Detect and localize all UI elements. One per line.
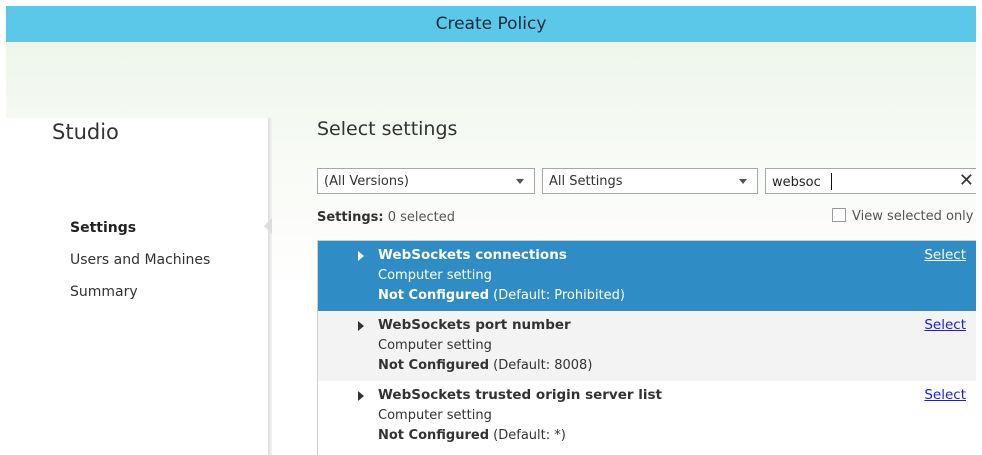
version-dropdown-value: (All Versions): [324, 174, 409, 189]
view-selected-only-label: View selected only: [852, 209, 974, 224]
setting-kind: Computer setting: [378, 408, 492, 423]
active-step-indicator: [264, 218, 272, 234]
setting-default: (Default: Prohibited): [493, 288, 625, 303]
sidebar-item-settings[interactable]: Settings: [70, 220, 136, 236]
setting-state: Not Configured (Default: 8008): [378, 358, 592, 373]
sidebar-item-summary[interactable]: Summary: [70, 284, 138, 300]
setting-state-value: Not Configured: [378, 358, 490, 373]
setting-kind: Computer setting: [378, 268, 492, 283]
setting-default: (Default: 8008): [493, 358, 593, 373]
close-icon[interactable]: ✕: [959, 171, 974, 191]
chevron-down-icon: [516, 179, 524, 184]
expand-arrow-icon[interactable]: [358, 391, 364, 401]
search-box: ✕: [765, 168, 976, 195]
setting-default: (Default: *): [493, 428, 566, 443]
list-item[interactable]: WebSockets trusted origin server list Co…: [318, 381, 976, 451]
select-setting-link[interactable]: Select: [924, 247, 966, 263]
view-selected-only-checkbox[interactable]: [832, 208, 846, 222]
setting-name: WebSockets trusted origin server list: [378, 387, 662, 403]
setting-state: Not Configured (Default: Prohibited): [378, 288, 625, 303]
select-setting-link[interactable]: Select: [924, 317, 966, 333]
view-selected-only-toggle[interactable]: View selected only: [832, 208, 974, 224]
settings-list: WebSockets connections Computer setting …: [317, 240, 976, 455]
setting-kind: Computer setting: [378, 338, 492, 353]
version-dropdown[interactable]: (All Versions): [317, 168, 535, 194]
sidebar-item-users-and-machines[interactable]: Users and Machines: [70, 252, 210, 268]
expand-arrow-icon[interactable]: [358, 251, 364, 261]
window-title-bar: Create Policy: [6, 6, 976, 42]
text-cursor: [831, 173, 832, 190]
settings-count-label: Settings:: [317, 210, 384, 225]
studio-brand: Studio: [52, 120, 119, 144]
page-title: Select settings: [317, 118, 458, 140]
setting-state-value: Not Configured: [378, 428, 490, 443]
select-setting-link[interactable]: Select: [924, 387, 966, 403]
window-title: Create Policy: [435, 14, 547, 34]
expand-arrow-icon[interactable]: [358, 321, 364, 331]
chevron-down-icon: [739, 179, 747, 184]
settings-count-value: 0 selected: [387, 210, 455, 225]
category-dropdown[interactable]: All Settings: [542, 168, 758, 194]
setting-state-value: Not Configured: [378, 288, 490, 303]
list-item[interactable]: WebSockets port number Computer setting …: [318, 311, 976, 381]
setting-state: Not Configured (Default: *): [378, 428, 566, 443]
sidebar-divider: [268, 118, 272, 455]
search-input[interactable]: [766, 169, 954, 195]
setting-name: WebSockets connections: [378, 247, 567, 263]
list-item[interactable]: WebSockets connections Computer setting …: [318, 241, 976, 311]
create-policy-window: Studio Settings Users and Machines Summa…: [6, 42, 976, 455]
settings-selected-count: Settings: 0 selected: [317, 210, 455, 225]
category-dropdown-value: All Settings: [549, 174, 623, 189]
setting-name: WebSockets port number: [378, 317, 571, 333]
